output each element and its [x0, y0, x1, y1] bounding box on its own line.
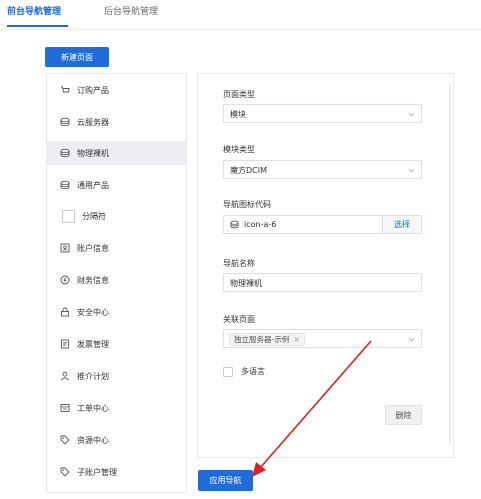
server-icon [230, 220, 239, 229]
sidebar-item-label: 云服务器 [77, 117, 109, 127]
page-type-select[interactable]: 模块 [223, 104, 422, 123]
icon-code-label: 导航图标代码 [223, 200, 271, 209]
separator-checkbox[interactable] [62, 209, 75, 223]
nav-item-list: 订购产品 云服务器 物理裸机 通用产品 分隔符 账户信息 财务信息 安全中心 发… [46, 73, 187, 493]
annotation-arrow-head [252, 462, 266, 477]
sidebar-item-separator[interactable]: 分隔符 [47, 204, 186, 228]
chevron-down-icon [408, 337, 415, 342]
sidebar-item-sub-account-management[interactable]: 子账户管理 [47, 460, 186, 484]
apply-nav-button[interactable]: 应用导航 [198, 470, 253, 491]
linked-page-tag-label: 独立服务器-示例 [234, 335, 290, 344]
sidebar-item-label: 账户信息 [77, 243, 109, 253]
sidebar-item-label: 财务信息 [77, 275, 109, 285]
page-type-value: 模块 [230, 110, 246, 119]
linked-page-label: 关联页面 [223, 315, 255, 324]
lock-icon [60, 307, 70, 317]
chevron-down-icon [408, 112, 415, 117]
server-icon [60, 117, 70, 127]
sidebar-item-ticket-center[interactable]: 工单中心 [47, 396, 186, 420]
sidebar-item-label: 安全中心 [77, 307, 109, 317]
chevron-down-icon [408, 168, 415, 173]
ticket-icon [60, 403, 70, 413]
module-type-value: 魔方DCIM [230, 166, 268, 175]
sidebar-item-label: 发票管理 [77, 339, 109, 349]
nav-name-value: 物理裸机 [230, 279, 262, 288]
tab-frontend-nav[interactable]: 前台导航管理 [7, 6, 61, 18]
sidebar-item-invoice-management[interactable]: 发票管理 [47, 332, 186, 356]
tab-bar: 前台导航管理 后台导航管理 [0, 0, 481, 30]
module-type-label: 模块类型 [223, 145, 255, 154]
sidebar-item-finance-info[interactable]: 财务信息 [47, 268, 186, 292]
tag-icon [60, 467, 70, 477]
sidebar-item-label: 物理裸机 [77, 148, 109, 158]
multilang-checkbox[interactable] [223, 366, 233, 377]
sidebar-item-order-products[interactable]: 订购产品 [47, 78, 186, 102]
sidebar-item-label: 工单中心 [77, 403, 109, 413]
module-type-select[interactable]: 魔方DCIM [223, 160, 422, 179]
panel-scrollbar[interactable] [449, 84, 451, 444]
invoice-icon [60, 339, 70, 349]
linked-page-select[interactable]: 独立服务器-示例 × [223, 329, 422, 348]
icon-code-field: icon-a-6 选择 [223, 215, 422, 234]
icon-code-value[interactable]: icon-a-6 [244, 220, 276, 229]
sidebar-item-label: 订购产品 [77, 85, 109, 95]
nav-item-settings-panel: 页面类型 模块 模块类型 魔方DCIM 导航图标代码 icon-a-6 选择 导… [197, 73, 454, 458]
sidebar-item-label: 分隔符 [82, 211, 106, 221]
server-icon [60, 180, 70, 190]
user-icon [60, 371, 70, 381]
page-type-label: 页面类型 [223, 90, 255, 99]
multilang-option[interactable]: 多语言 [223, 366, 265, 377]
icon-select-button[interactable]: 选择 [382, 216, 421, 233]
new-page-button[interactable]: 新建页面 [45, 47, 109, 67]
sidebar-item-security-center[interactable]: 安全中心 [47, 300, 186, 324]
sidebar-item-label: 推介计划 [77, 371, 109, 381]
sidebar-item-referral-plan[interactable]: 推介计划 [47, 364, 186, 388]
sidebar-item-cloud-server[interactable]: 云服务器 [47, 110, 186, 134]
sidebar-item-account-info[interactable]: 账户信息 [47, 236, 186, 260]
tag-icon [60, 435, 70, 445]
server-icon [60, 148, 70, 158]
coin-icon [60, 275, 70, 285]
sidebar-item-label: 资源中心 [77, 435, 109, 445]
delete-button[interactable]: 删除 [385, 405, 422, 425]
close-icon[interactable]: × [293, 335, 300, 344]
nav-name-input[interactable]: 物理裸机 [223, 273, 422, 292]
id-card-icon [60, 243, 70, 253]
sidebar-item-resource-center[interactable]: 资源中心 [47, 428, 186, 452]
cart-icon [60, 85, 70, 95]
active-tab-indicator [7, 25, 68, 27]
sidebar-item-general-products[interactable]: 通用产品 [47, 173, 186, 197]
sidebar-item-label: 通用产品 [77, 180, 109, 190]
multilang-label: 多语言 [241, 367, 265, 376]
sidebar-item-label: 子账户管理 [77, 467, 117, 477]
linked-page-tag: 独立服务器-示例 × [229, 333, 305, 346]
sidebar-item-bare-metal[interactable]: 物理裸机 [47, 141, 186, 165]
nav-management-page: 前台导航管理 后台导航管理 新建页面 订购产品 云服务器 物理裸机 通用产品 分… [0, 0, 481, 499]
tab-backend-nav[interactable]: 后台导航管理 [104, 6, 158, 18]
nav-name-label: 导航名称 [223, 259, 255, 268]
